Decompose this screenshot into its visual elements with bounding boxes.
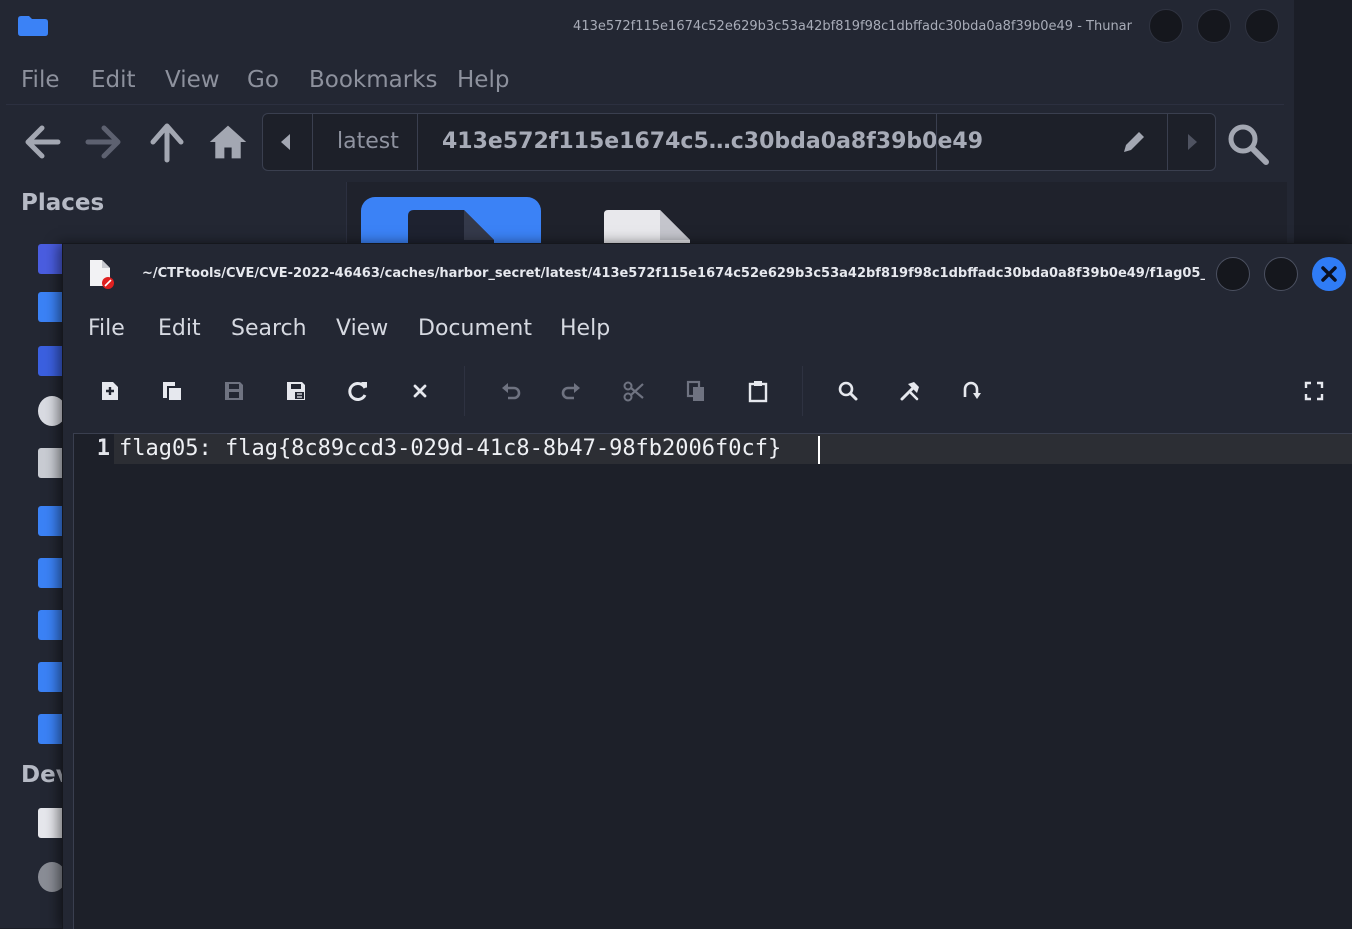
path-left-arrow-icon[interactable] [278, 133, 294, 151]
forward-arrow-icon[interactable] [84, 120, 124, 164]
toolbar-separator [464, 366, 465, 416]
back-arrow-icon[interactable] [22, 120, 62, 164]
menu-edit[interactable]: Edit [91, 54, 136, 106]
text-caret [818, 436, 820, 464]
new-window-icon[interactable] [153, 372, 191, 410]
path-right-arrow-icon[interactable] [1184, 133, 1200, 151]
new-document-icon[interactable] [91, 372, 129, 410]
copy-icon[interactable] [677, 372, 715, 410]
undo-icon[interactable] [492, 372, 530, 410]
edit-pencil-icon[interactable] [1120, 128, 1148, 156]
minimize-button[interactable] [1216, 257, 1250, 291]
menu-view[interactable]: View [165, 54, 220, 106]
up-arrow-icon[interactable] [147, 120, 187, 164]
path-separator [1167, 114, 1168, 170]
maximize-button[interactable] [1197, 9, 1231, 43]
mousepad-window-title: ~/CTFtools/CVE/CVE-2022-46463/caches/har… [142, 266, 1205, 281]
menu-bookmarks[interactable]: Bookmarks [309, 54, 438, 106]
toolbar-separator [802, 366, 803, 416]
editor-line-text[interactable]: flag05: flag{8c89ccd3-029d-41c8-8b47-98f… [119, 434, 781, 464]
home-icon[interactable] [208, 120, 248, 164]
line-number: 1 [96, 436, 110, 461]
separator [6, 104, 1284, 105]
close-icon [1321, 266, 1337, 282]
save-icon[interactable] [215, 372, 253, 410]
path-separator [936, 114, 937, 170]
find-replace-icon[interactable] [891, 372, 929, 410]
fullscreen-icon[interactable] [1295, 372, 1333, 410]
folder-icon [18, 16, 48, 36]
search-icon[interactable] [1226, 122, 1270, 166]
cut-icon[interactable] [615, 372, 653, 410]
text-editor[interactable] [73, 433, 1352, 929]
menu-file[interactable]: File [88, 304, 125, 354]
reload-icon[interactable] [339, 372, 377, 410]
menu-help[interactable]: Help [560, 304, 610, 354]
menu-file[interactable]: File [21, 54, 60, 106]
minimize-button[interactable] [1149, 9, 1183, 43]
path-segment-current[interactable]: 413e572f115e1674c5…c30bda0a8f39b0e49 [442, 114, 983, 170]
path-segment-latest[interactable]: latest [337, 114, 399, 170]
close-button[interactable] [1245, 9, 1279, 43]
menu-search[interactable]: Search [231, 304, 307, 354]
menu-document[interactable]: Document [418, 304, 532, 354]
path-separator [312, 114, 313, 170]
go-to-line-icon[interactable] [952, 372, 990, 410]
thunar-window-title: 413e572f115e1674c52e629b3c53a42bf819f98c… [573, 19, 1132, 34]
paste-icon[interactable] [739, 372, 777, 410]
maximize-button[interactable] [1264, 257, 1298, 291]
path-separator [417, 114, 418, 170]
save-as-icon[interactable] [277, 372, 315, 410]
find-icon[interactable] [829, 372, 867, 410]
text-document-icon [90, 260, 114, 289]
sidebar-section-places: Places [21, 190, 105, 216]
menu-edit[interactable]: Edit [158, 304, 201, 354]
close-document-icon[interactable] [401, 372, 439, 410]
menu-help[interactable]: Help [457, 54, 509, 106]
menu-view[interactable]: View [336, 304, 388, 354]
menu-go[interactable]: Go [247, 54, 279, 106]
close-button[interactable] [1312, 257, 1346, 291]
redo-icon[interactable] [552, 372, 590, 410]
